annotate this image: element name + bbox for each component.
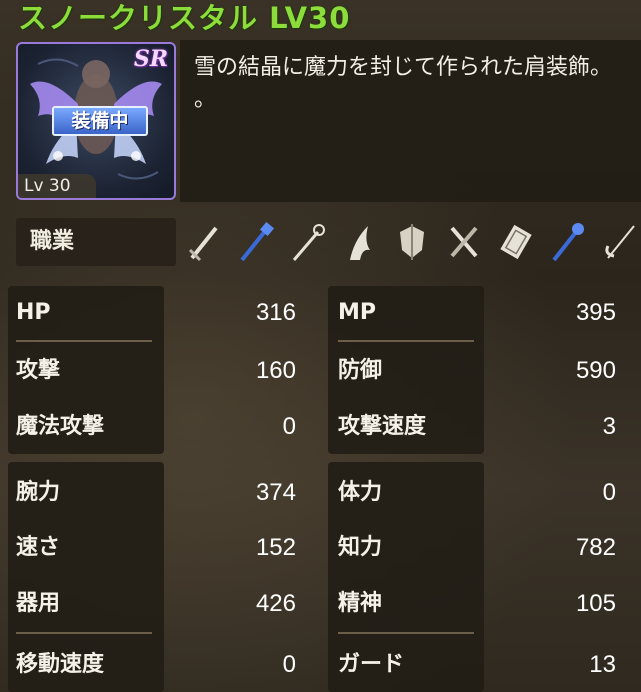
stat-value: 426: [255, 590, 296, 617]
stat-row-intelligence: 知力 782: [338, 521, 616, 575]
job-icon-row: [184, 220, 641, 264]
divider: [16, 632, 152, 634]
divider: [338, 340, 474, 342]
item-icon-frame[interactable]: SR 装備中 Lv 30: [16, 42, 176, 200]
stat-value: 13: [589, 651, 616, 678]
sword-icon: [188, 226, 218, 262]
stat-row-magic-attack: 魔法攻撃 0: [16, 400, 296, 454]
stat-label: 攻撃速度: [338, 414, 427, 439]
wand-icon: [292, 224, 325, 261]
stat-row-attack-speed: 攻撃速度 3: [338, 400, 616, 454]
stat-label: 移動速度: [16, 652, 105, 677]
stat-label: 体力: [338, 480, 383, 505]
stat-label: 攻撃: [16, 358, 61, 383]
stat-value: 782: [575, 534, 616, 561]
stat-value: 374: [255, 479, 296, 506]
rarity-badge: SR: [133, 46, 168, 72]
item-level-badge: Lv 30: [18, 174, 96, 198]
job-label: 職業: [30, 229, 75, 254]
stat-row-defense: 防御 590: [338, 344, 616, 398]
equipped-badge: 装備中: [52, 106, 148, 136]
stat-value: 105: [575, 590, 616, 617]
stat-value: 395: [575, 299, 616, 326]
stat-value: 0: [282, 651, 296, 678]
dual-blade-icon: [450, 226, 478, 258]
job-label-box: 職業: [16, 218, 176, 266]
stat-row-hp: HP 316: [16, 286, 296, 340]
item-title: スノークリスタル LV30: [18, 1, 351, 35]
stat-label: 速さ: [16, 535, 61, 560]
stat-row-spirit: 精神 105: [338, 577, 616, 631]
stat-row-guard: ガード 13: [338, 638, 616, 692]
stat-value: 152: [255, 534, 296, 561]
stat-value: 316: [255, 299, 296, 326]
stat-value: 3: [602, 413, 616, 440]
rapier-icon: [605, 225, 635, 259]
divider: [338, 632, 474, 634]
staff-icon: [240, 221, 275, 262]
stat-label: 知力: [338, 535, 383, 560]
claw-icon: [350, 226, 370, 260]
stat-value: 0: [602, 479, 616, 506]
stat-label: ガード: [338, 652, 405, 677]
stat-row-mp: MP 395: [338, 286, 616, 340]
equipment-detail-screen: スノークリスタル LV30 雪の結晶に魔力を封じて作られた肩装飾。 。 SR 装…: [0, 0, 641, 692]
stat-label: 精神: [338, 591, 383, 616]
stat-row-speed: 速さ 152: [16, 521, 296, 575]
stat-row-vitality: 体力 0: [338, 466, 616, 520]
stat-value: 590: [575, 357, 616, 384]
stat-label: 魔法攻撃: [16, 414, 105, 439]
stat-value: 0: [282, 413, 296, 440]
stat-label: HP: [16, 300, 51, 325]
scepter-icon: [552, 223, 584, 262]
stat-label: 防御: [338, 358, 383, 383]
stat-value: 160: [255, 357, 296, 384]
stat-label: 腕力: [16, 480, 61, 505]
shield-icon: [400, 224, 424, 260]
item-description: 雪の結晶に魔力を封じて作られた肩装飾。 。: [194, 55, 613, 112]
description-panel: 雪の結晶に魔力を封じて作られた肩装飾。 。: [180, 40, 641, 202]
divider: [16, 340, 152, 342]
stat-row-move-speed: 移動速度 0: [16, 638, 296, 692]
stat-row-attack: 攻撃 160: [16, 344, 296, 398]
stat-row-strength: 腕力 374: [16, 466, 296, 520]
stat-label: 器用: [16, 591, 61, 616]
stat-label: MP: [338, 300, 377, 325]
card-icon: [500, 224, 532, 260]
stat-row-dexterity: 器用 426: [16, 577, 296, 631]
